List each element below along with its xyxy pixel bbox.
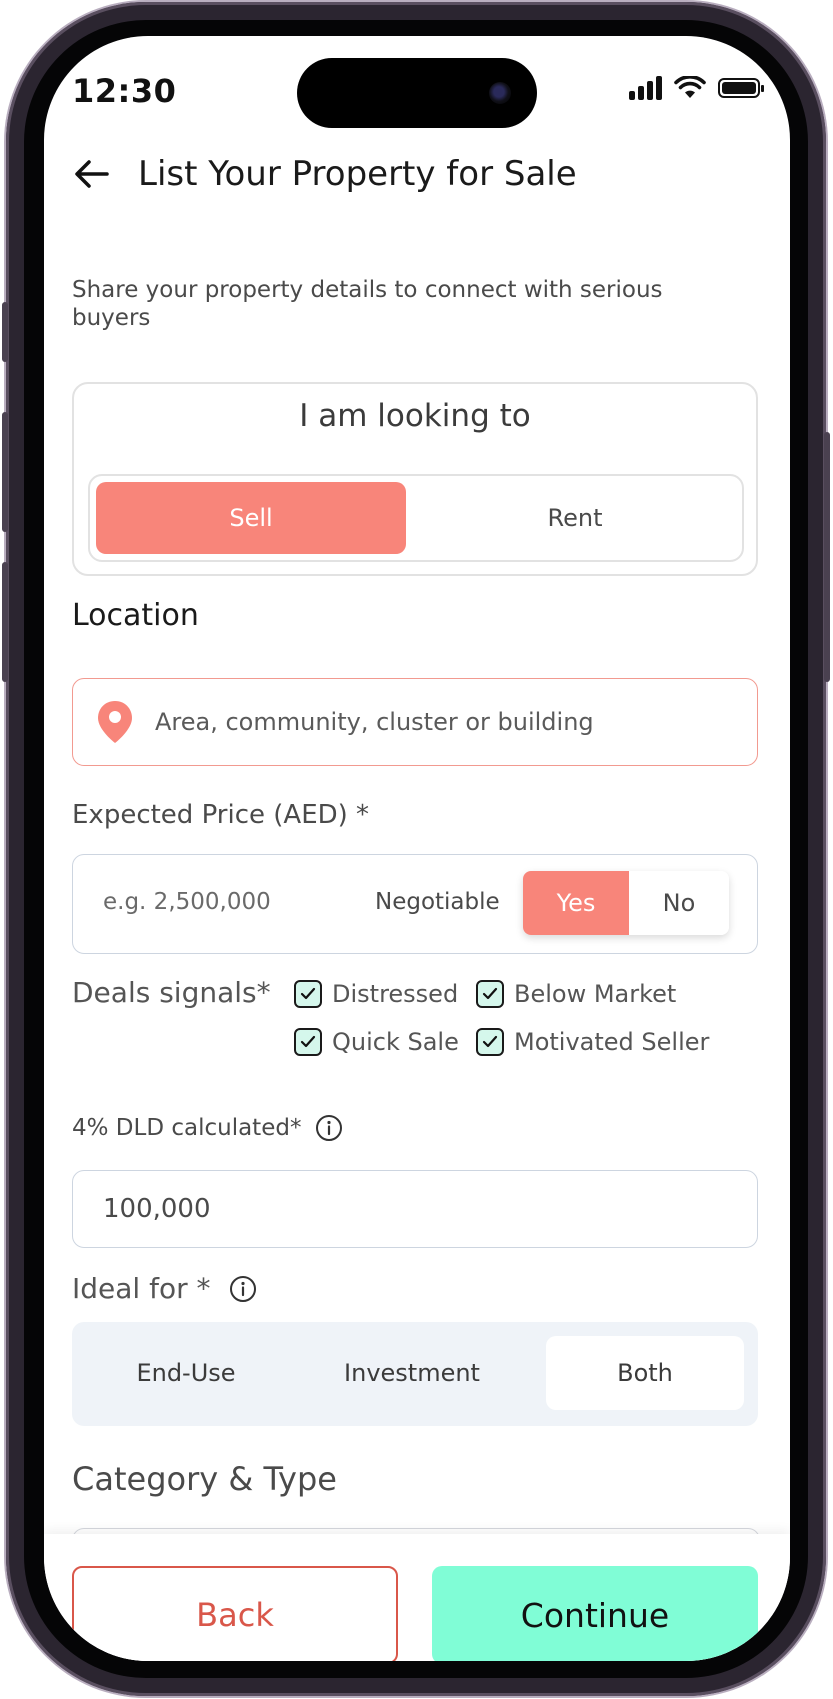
- signal-icon: [629, 76, 662, 100]
- phone-volume-down: [2, 562, 8, 682]
- quick-sale-checkbox[interactable]: Quick Sale: [294, 1028, 459, 1056]
- category-type-label: Category & Type: [72, 1460, 337, 1498]
- form-content: 12:30 List Your Property for Sale Share …: [44, 36, 790, 1661]
- info-icon[interactable]: [315, 1114, 343, 1142]
- looking-to-card: I am looking to Sell Rent: [72, 382, 758, 576]
- page-header: List Your Property for Sale: [72, 154, 577, 194]
- phone-power-button: [824, 432, 830, 682]
- location-placeholder: Area, community, cluster or building: [155, 708, 594, 736]
- check-icon: [476, 980, 504, 1008]
- check-icon: [294, 980, 322, 1008]
- page-title: List Your Property for Sale: [138, 154, 577, 194]
- location-input[interactable]: Area, community, cluster or building: [72, 678, 758, 766]
- status-icons: [629, 76, 764, 100]
- rent-option[interactable]: Rent: [416, 482, 734, 554]
- location-label: Location: [72, 598, 199, 633]
- wifi-icon: [674, 76, 706, 98]
- continue-button[interactable]: Continue: [432, 1566, 758, 1661]
- both-option[interactable]: Both: [546, 1336, 744, 1410]
- distressed-checkbox[interactable]: Distressed: [294, 980, 458, 1008]
- negotiable-no-button[interactable]: No: [629, 871, 729, 935]
- sell-option[interactable]: Sell: [96, 482, 406, 554]
- page-subtitle: Share your property details to connect w…: [72, 277, 663, 331]
- negotiable-yes-button[interactable]: Yes: [523, 871, 629, 935]
- looking-to-toggle: Sell Rent: [88, 474, 744, 562]
- dld-label-row: 4% DLD calculated*: [72, 1114, 343, 1142]
- quick-sale-label: Quick Sale: [332, 1028, 459, 1056]
- below-market-checkbox[interactable]: Below Market: [476, 980, 676, 1008]
- check-icon: [476, 1028, 504, 1056]
- back-button[interactable]: Back: [72, 1566, 398, 1661]
- dld-input[interactable]: 100,000: [72, 1170, 758, 1248]
- status-time: 12:30: [72, 72, 177, 110]
- ideal-for-label: Ideal for *: [72, 1272, 211, 1305]
- battery-icon: [718, 78, 764, 98]
- deals-signals-label: Deals signals*: [72, 976, 271, 1009]
- negotiable-label: Negotiable: [375, 889, 500, 915]
- phone-volume-up: [2, 412, 8, 532]
- negotiable-toggle: Yes No: [523, 871, 729, 935]
- location-pin-icon: [98, 701, 132, 743]
- end-use-option[interactable]: End-Use: [84, 1336, 288, 1410]
- distressed-label: Distressed: [332, 980, 459, 1008]
- motivated-seller-label: Motivated Seller: [514, 1028, 710, 1056]
- below-market-label: Below Market: [514, 980, 677, 1008]
- camera-icon: [489, 82, 511, 104]
- looking-to-title: I am looking to: [299, 398, 531, 434]
- dynamic-island: [297, 58, 537, 128]
- ideal-for-label-row: Ideal for *: [72, 1272, 257, 1305]
- info-icon[interactable]: [229, 1275, 257, 1303]
- app-screen: 12:30 List Your Property for Sale Share …: [44, 36, 790, 1661]
- dld-label: 4% DLD calculated*: [72, 1115, 302, 1141]
- back-arrow-icon[interactable]: [72, 154, 112, 194]
- price-input[interactable]: e.g. 2,500,000 Negotiable Yes No: [72, 854, 758, 954]
- expected-price-label: Expected Price (AED) *: [72, 800, 370, 830]
- bottom-action-bar: Back Continue: [44, 1534, 790, 1661]
- motivated-seller-checkbox[interactable]: Motivated Seller: [476, 1028, 709, 1056]
- investment-option[interactable]: Investment: [312, 1336, 512, 1410]
- phone-side-button: [2, 302, 8, 362]
- check-icon: [294, 1028, 322, 1056]
- price-placeholder: e.g. 2,500,000: [103, 889, 271, 915]
- ideal-for-toggle: End-Use Investment Both: [72, 1322, 758, 1426]
